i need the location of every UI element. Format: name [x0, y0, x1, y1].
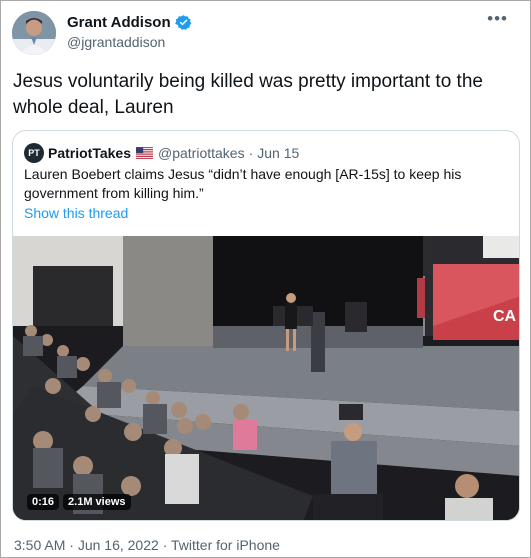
verified-badge-icon [174, 15, 191, 30]
video-views: 2.1M views [63, 494, 131, 510]
us-flag-icon [136, 147, 153, 159]
quoted-avatar[interactable]: PT [24, 143, 44, 163]
tweet-card: Grant Addison @jgrantaddison ••• Jesus v… [0, 0, 531, 558]
footer-separator: · [69, 537, 74, 553]
quoted-name[interactable]: PatriotTakes [48, 145, 131, 161]
tweet-time[interactable]: 3:50 AM [14, 537, 65, 553]
author-avatar[interactable] [12, 11, 56, 55]
author-handle[interactable]: @jgrantaddison [67, 34, 165, 50]
tweet-source: Twitter for iPhone [171, 537, 280, 553]
quoted-header: PT PatriotTakes @patriottakes · Jun 15 [24, 143, 299, 163]
video-thumbnail: CA [13, 236, 519, 520]
quoted-date[interactable]: Jun 15 [257, 145, 299, 161]
video-badges: 0:16 2.1M views [27, 494, 131, 510]
more-horizontal-icon[interactable]: ••• [487, 9, 508, 29]
author-name-row: Grant Addison [67, 14, 192, 31]
video-player[interactable]: CA 0:16 2.1M views [13, 236, 519, 520]
author-name[interactable]: Grant Addison [67, 14, 171, 31]
tweet-text: Jesus voluntarily being killed was prett… [13, 71, 483, 118]
quoted-separator: · [248, 145, 254, 161]
footer-separator-2: · [162, 537, 168, 553]
quoted-tweet[interactable]: PT PatriotTakes @patriottakes · Jun 15 L… [12, 130, 520, 521]
video-duration: 0:16 [27, 494, 60, 510]
quoted-text: Lauren Boebert claims Jesus “didn’t have… [24, 166, 462, 201]
quoted-handle[interactable]: @patriottakes [158, 145, 245, 161]
screen-text: CA [493, 308, 517, 325]
tweet-footer: 3:50 AM · Jun 16, 2022 · Twitter for iPh… [14, 537, 280, 553]
tweet-date[interactable]: Jun 16, 2022 [78, 537, 159, 553]
show-thread-link[interactable]: Show this thread [24, 205, 128, 221]
